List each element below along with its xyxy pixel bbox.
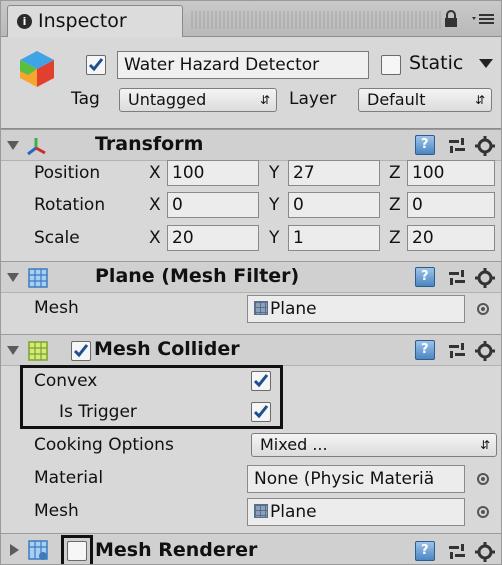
foldout-arrow-icon[interactable] bbox=[10, 544, 19, 556]
help-icon[interactable]: ? bbox=[415, 135, 435, 155]
mesh-icon bbox=[254, 504, 268, 518]
cooking-options-label: Cooking Options bbox=[34, 435, 174, 455]
axis-y-label: Y bbox=[269, 195, 280, 215]
material-field[interactable]: None (Physic Materiä bbox=[247, 465, 465, 493]
gameobject-header: Water Hazard Detector Static Tag Untagge… bbox=[1, 37, 501, 129]
transform-title: Transform bbox=[95, 133, 204, 155]
foldout-arrow-icon[interactable] bbox=[7, 346, 19, 355]
static-dropdown-icon[interactable] bbox=[479, 59, 493, 69]
layer-label: Layer bbox=[289, 89, 337, 109]
info-icon: i bbox=[17, 14, 32, 29]
scale-x-field[interactable]: 20 bbox=[167, 225, 259, 251]
scale-label: Scale bbox=[34, 228, 80, 248]
context-menu-icon[interactable] bbox=[471, 11, 495, 27]
tab-grip bbox=[191, 11, 441, 29]
axis-x-label: X bbox=[149, 195, 161, 215]
gameobject-cube-icon[interactable] bbox=[17, 49, 57, 89]
tab-label: Inspector bbox=[38, 10, 127, 32]
mesh-filter-mesh-field[interactable]: Plane bbox=[247, 295, 465, 323]
object-picker-icon[interactable] bbox=[477, 473, 489, 485]
mesh-filter-grid-icon bbox=[28, 268, 48, 288]
foldout-arrow-icon[interactable] bbox=[7, 141, 19, 150]
dropdown-arrow-icon: ⇵ bbox=[474, 93, 485, 107]
preset-sliders-icon[interactable] bbox=[447, 542, 467, 562]
preset-sliders-icon[interactable] bbox=[447, 341, 467, 361]
foldout-arrow-icon[interactable] bbox=[7, 273, 19, 282]
mesh-collider-header[interactable]: Mesh Collider ? bbox=[1, 334, 501, 366]
dropdown-arrow-icon: ⇵ bbox=[479, 438, 490, 452]
preset-sliders-icon[interactable] bbox=[447, 136, 467, 156]
mesh-collider-mesh-value: Plane bbox=[270, 502, 317, 522]
layer-value: Default bbox=[367, 90, 426, 109]
mesh-filter-mesh-label: Mesh bbox=[34, 298, 79, 318]
help-icon[interactable]: ? bbox=[415, 340, 435, 360]
tab-bar: i Inspector bbox=[1, 1, 501, 37]
mesh-filter-header[interactable]: Plane (Mesh Filter) ? bbox=[1, 261, 501, 293]
mesh-renderer-enabled-checkbox[interactable] bbox=[67, 541, 87, 561]
tag-label: Tag bbox=[71, 89, 100, 109]
material-label: Material bbox=[34, 468, 104, 488]
gear-icon[interactable] bbox=[474, 541, 496, 563]
mesh-collider-mesh-label: Mesh bbox=[34, 501, 79, 521]
position-label: Position bbox=[34, 163, 101, 183]
object-picker-icon[interactable] bbox=[477, 303, 489, 315]
mesh-collider-enabled-checkbox[interactable] bbox=[71, 341, 91, 361]
mesh-collider-icon bbox=[28, 341, 48, 361]
convex-checkbox[interactable] bbox=[251, 371, 271, 391]
transform-axes-icon bbox=[27, 138, 46, 156]
convex-label: Convex bbox=[34, 371, 98, 391]
rotation-label: Rotation bbox=[34, 195, 106, 215]
axis-z-label: Z bbox=[389, 228, 401, 248]
is-trigger-label: Is Trigger bbox=[59, 402, 137, 422]
gear-icon[interactable] bbox=[474, 267, 496, 289]
inspector-panel: i Inspector Water Hazard Detector Static… bbox=[0, 0, 502, 565]
axis-y-label: Y bbox=[269, 228, 280, 248]
tag-value: Untagged bbox=[128, 90, 207, 109]
mesh-renderer-icon bbox=[28, 540, 48, 560]
scale-y-field[interactable]: 1 bbox=[288, 225, 380, 251]
layer-dropdown[interactable]: Default ⇵ bbox=[358, 88, 492, 112]
gear-icon[interactable] bbox=[474, 340, 496, 362]
axis-z-label: Z bbox=[389, 163, 401, 183]
dropdown-arrow-icon: ⇵ bbox=[259, 93, 270, 107]
cooking-options-value: Mixed ... bbox=[260, 435, 328, 454]
mesh-renderer-title: Mesh Renderer bbox=[95, 539, 258, 561]
cooking-options-dropdown[interactable]: Mixed ... ⇵ bbox=[251, 433, 497, 457]
mesh-filter-mesh-value: Plane bbox=[270, 299, 317, 319]
tag-dropdown[interactable]: Untagged ⇵ bbox=[119, 88, 277, 112]
static-label: Static bbox=[409, 52, 464, 74]
object-picker-icon[interactable] bbox=[477, 506, 489, 518]
lock-icon[interactable] bbox=[444, 10, 458, 28]
axis-y-label: Y bbox=[269, 163, 280, 183]
mesh-filter-title: Plane (Mesh Filter) bbox=[95, 265, 300, 287]
static-checkbox[interactable] bbox=[381, 55, 401, 75]
tab-inspector[interactable]: i Inspector bbox=[7, 5, 183, 37]
position-y-field[interactable]: 27 bbox=[288, 160, 380, 186]
axis-x-label: X bbox=[149, 228, 161, 248]
axis-x-label: X bbox=[149, 163, 161, 183]
rotation-z-field[interactable]: 0 bbox=[407, 192, 495, 218]
transform-header[interactable]: Transform ? bbox=[1, 129, 501, 161]
mesh-icon bbox=[254, 301, 268, 315]
rotation-y-field[interactable]: 0 bbox=[288, 192, 380, 218]
position-x-field[interactable]: 100 bbox=[167, 160, 259, 186]
help-icon[interactable]: ? bbox=[415, 267, 435, 287]
mesh-collider-title: Mesh Collider bbox=[94, 338, 240, 360]
axis-z-label: Z bbox=[389, 195, 401, 215]
name-field[interactable]: Water Hazard Detector bbox=[117, 51, 369, 79]
preset-sliders-icon[interactable] bbox=[447, 268, 467, 288]
mesh-renderer-header[interactable]: Mesh Renderer ? bbox=[1, 533, 501, 564]
rotation-x-field[interactable]: 0 bbox=[167, 192, 259, 218]
active-checkbox[interactable] bbox=[86, 55, 106, 75]
scale-z-field[interactable]: 20 bbox=[407, 225, 495, 251]
position-z-field[interactable]: 100 bbox=[407, 160, 495, 186]
gear-icon[interactable] bbox=[474, 135, 496, 157]
mesh-collider-mesh-field[interactable]: Plane bbox=[247, 498, 465, 526]
is-trigger-checkbox[interactable] bbox=[251, 402, 271, 422]
help-icon[interactable]: ? bbox=[415, 541, 435, 561]
